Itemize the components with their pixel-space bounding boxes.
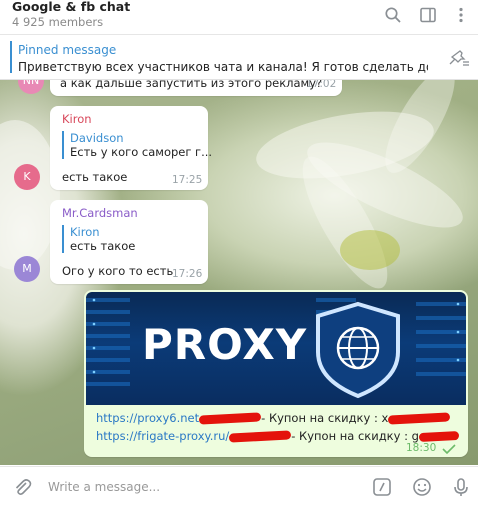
message-time: 17:26: [172, 268, 203, 280]
sender-name[interactable]: Kiron: [62, 112, 92, 126]
more-options-icon[interactable]: [452, 6, 470, 24]
read-check-icon: [442, 444, 456, 454]
coupon-text: - Купон на скидку : g: [291, 429, 419, 443]
coupon-line-1: https://proxy6.net - Купон на скидку : x: [96, 411, 451, 425]
pinned-message-bar[interactable]: Pinned message Приветствую всех участник…: [0, 35, 478, 80]
message-text: Ого у кого то есть: [62, 264, 174, 278]
message-time: 17:25: [172, 174, 203, 186]
emoji-icon[interactable]: [412, 477, 432, 497]
message-bubble[interactable]: а как дальше запустить из этого рекламу?…: [50, 80, 342, 96]
avatar[interactable]: M: [14, 256, 40, 282]
reply-quote[interactable]: Davidson Есть у кого саморег г...: [62, 131, 212, 159]
proxy-banner-image[interactable]: PROXY: [86, 292, 466, 405]
redaction-mark: [388, 412, 451, 425]
coupon-text: - Купон на скидку : x: [261, 411, 389, 425]
message-bubble[interactable]: Mr.Cardsman Kiron есть такое Ого у кого …: [50, 200, 208, 284]
chat-header[interactable]: Google & fb chat 4 925 members: [0, 0, 478, 35]
attach-icon[interactable]: [12, 477, 32, 497]
microphone-icon[interactable]: [451, 477, 471, 497]
chat-title[interactable]: Google & fb chat: [12, 0, 130, 14]
unpin-icon[interactable]: [448, 47, 470, 67]
message-time: 17:02: [306, 80, 337, 90]
outgoing-message-bubble[interactable]: PROXY https://proxy6.net - Купон на скидк…: [84, 290, 468, 457]
reply-text: есть такое: [70, 239, 136, 253]
pinned-title: Pinned message: [18, 43, 117, 57]
redaction-mark: [198, 412, 262, 425]
message-time: 18:30: [406, 442, 437, 454]
message-text: а как дальше запустить из этого рекламу?: [60, 80, 323, 90]
message-input[interactable]: Write a message...: [48, 480, 160, 494]
window-edge: [478, 0, 491, 505]
sidebar-toggle-icon[interactable]: [419, 6, 437, 24]
avatar[interactable]: NN: [18, 80, 44, 94]
coupon-line-2: https://frigate-proxy.ru/ - Купон на скид…: [96, 429, 460, 443]
frigate-proxy-link[interactable]: https://frigate-proxy.ru/: [96, 429, 229, 443]
redaction-mark: [418, 430, 460, 443]
pinned-accent-bar: [10, 41, 12, 73]
commands-icon[interactable]: [372, 477, 392, 497]
pinned-text: Приветствую всех участников чата и канал…: [18, 60, 428, 74]
banner-title: PROXY: [142, 320, 308, 369]
redaction-mark: [229, 430, 292, 443]
reply-text: Есть у кого саморег г...: [70, 145, 213, 159]
sender-name[interactable]: Mr.Cardsman: [62, 206, 138, 220]
reply-sender: Kiron: [70, 225, 100, 239]
reply-quote[interactable]: Kiron есть такое: [62, 225, 135, 253]
message-text: есть такое: [62, 170, 128, 184]
proxy6-link[interactable]: https://proxy6.net: [96, 411, 199, 425]
member-count: 4 925 members: [12, 15, 104, 29]
avatar[interactable]: K: [14, 164, 40, 190]
message-bubble[interactable]: Kiron Davidson Есть у кого саморег г... …: [50, 106, 212, 190]
message-list[interactable]: NN а как дальше запустить из этого рекла…: [0, 80, 478, 465]
reply-sender: Davidson: [70, 131, 124, 145]
message-composer[interactable]: Write a message...: [0, 466, 478, 506]
search-icon[interactable]: [384, 6, 402, 24]
